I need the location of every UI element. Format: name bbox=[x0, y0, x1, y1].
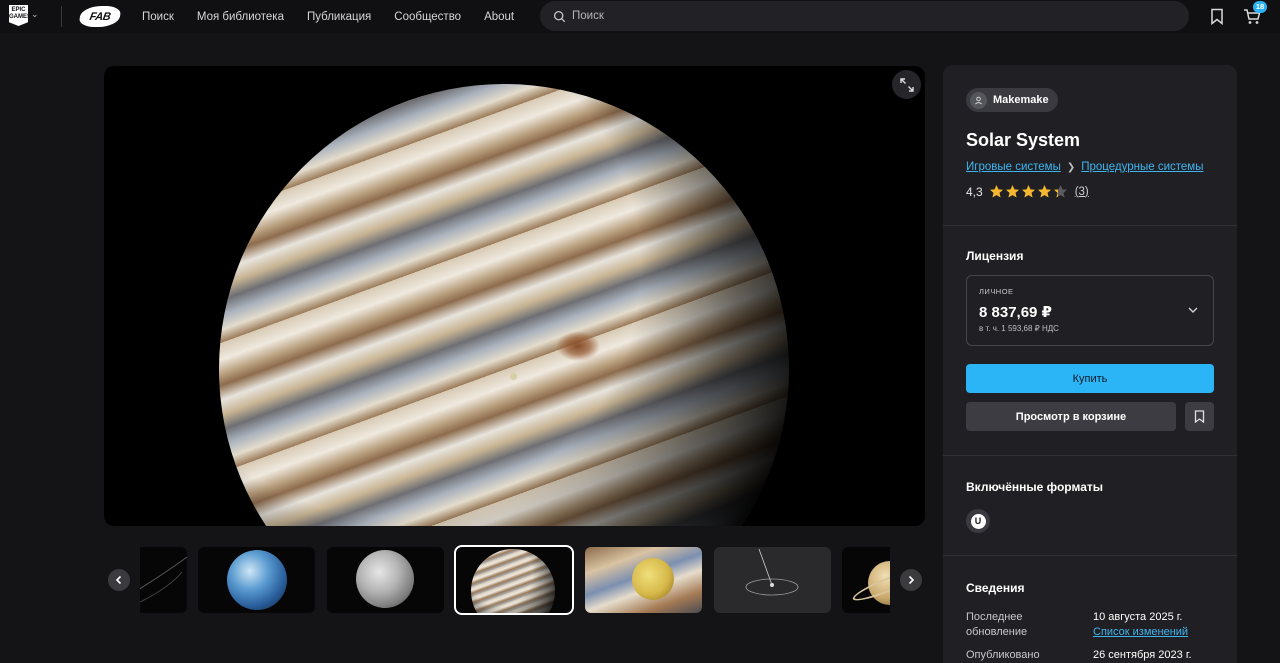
nav-link-about[interactable]: About bbox=[484, 11, 514, 23]
top-navigation-bar: EPIC GAMES ⌄ FAB Поиск Моя библиотека Пу… bbox=[0, 0, 1280, 33]
nav-link-publish[interactable]: Публикация bbox=[307, 11, 371, 23]
license-heading: Лицензия bbox=[966, 249, 1024, 263]
epic-games-logo[interactable]: EPIC GAMES bbox=[9, 5, 28, 26]
thumbnail-orbit-lines[interactable] bbox=[140, 547, 187, 613]
moon-picture bbox=[356, 550, 414, 608]
thumbnails-next-button[interactable] bbox=[900, 569, 922, 591]
nav-divider bbox=[61, 6, 62, 27]
star-icon bbox=[1021, 185, 1035, 198]
user-icon bbox=[975, 96, 982, 104]
star-icon bbox=[1005, 185, 1019, 198]
io-moon bbox=[510, 373, 517, 380]
product-side-panel: Makemake Solar System Игровые системы ❯ … bbox=[943, 65, 1237, 663]
section-divider bbox=[943, 455, 1237, 456]
nav-link-community[interactable]: Сообщество bbox=[394, 11, 461, 23]
add-to-wishlist-button[interactable] bbox=[1185, 402, 1214, 431]
license-tier: ЛИЧНОЕ bbox=[979, 287, 1014, 296]
buy-button[interactable]: Купить bbox=[966, 364, 1214, 393]
breadcrumb: Игровые системы ❯ Процедурные системы bbox=[966, 161, 1203, 173]
bookmark-icon bbox=[1194, 410, 1205, 423]
jupiter-image bbox=[219, 84, 789, 526]
io-picture bbox=[632, 558, 674, 600]
published-value: 26 сентября 2023 г. bbox=[1093, 649, 1192, 661]
unreal-engine-icon[interactable]: U bbox=[966, 509, 990, 533]
earth-picture bbox=[227, 550, 287, 610]
last-updated-value: 10 августа 2025 г. bbox=[1093, 611, 1183, 623]
jupiter-thumbnail-picture bbox=[471, 549, 555, 613]
bookmark-icon[interactable] bbox=[1210, 8, 1224, 25]
thumbnail-strip bbox=[140, 545, 890, 615]
thumbnails-prev-button[interactable] bbox=[108, 569, 130, 591]
rating-stars bbox=[989, 184, 1069, 199]
cart-count-badge: 18 bbox=[1253, 1, 1267, 13]
star-icon bbox=[1053, 185, 1067, 198]
nav-link-library[interactable]: Моя библиотека bbox=[197, 11, 284, 23]
chevron-left-icon bbox=[115, 575, 122, 585]
thumbnail-moon[interactable] bbox=[327, 547, 444, 613]
rating-value: 4,3 bbox=[966, 184, 983, 199]
epic-logo-text: EPIC GAMES bbox=[9, 7, 32, 20]
avatar bbox=[970, 91, 987, 109]
author-name: Makemake bbox=[993, 94, 1049, 106]
thumbnail-earth[interactable] bbox=[198, 547, 315, 613]
nav-link-search[interactable]: Поиск bbox=[142, 11, 174, 23]
orbit-lines-picture bbox=[140, 556, 187, 603]
breadcrumb-game-systems[interactable]: Игровые системы bbox=[966, 161, 1061, 173]
expand-icon bbox=[899, 77, 914, 92]
chevron-right-icon bbox=[908, 575, 915, 585]
search-bar[interactable] bbox=[540, 1, 1189, 31]
thumbnail-orbit-diagram[interactable] bbox=[714, 547, 831, 613]
orbit-diagram-picture bbox=[745, 548, 799, 596]
author-chip[interactable]: Makemake bbox=[966, 88, 1058, 112]
search-input[interactable] bbox=[572, 10, 1152, 22]
rating-row: 4,3 (3) bbox=[966, 184, 1089, 199]
fab-logo[interactable]: FAB bbox=[78, 6, 122, 27]
search-icon bbox=[553, 10, 566, 22]
license-dropdown[interactable]: ЛИЧНОЕ 8 837,69 ₽ в т. ч. 1 593,68 ₽ НДС bbox=[966, 275, 1214, 346]
rating-count-link[interactable]: (3) bbox=[1075, 186, 1089, 198]
unreal-engine-glyph: U bbox=[970, 513, 986, 529]
published-label: Опубликовано bbox=[966, 649, 1040, 661]
chevron-down-icon[interactable]: ⌄ bbox=[31, 9, 39, 20]
license-vat: в т. ч. 1 593,68 ₽ НДС bbox=[979, 324, 1059, 333]
main-nav: Поиск Моя библиотека Публикация Сообщест… bbox=[142, 0, 537, 33]
thumbnail-jupiter[interactable] bbox=[454, 545, 574, 615]
details-heading: Сведения bbox=[966, 581, 1025, 595]
last-updated-label: Последнее обновление bbox=[966, 611, 1028, 638]
star-icon bbox=[989, 185, 1003, 198]
changelog-link[interactable]: Список изменений bbox=[1093, 625, 1188, 640]
fab-logo-text: FAB bbox=[88, 10, 112, 23]
section-divider bbox=[943, 555, 1237, 556]
license-price: 8 837,69 ₽ bbox=[979, 304, 1052, 321]
fullscreen-button[interactable] bbox=[892, 70, 921, 99]
thumbnail-saturn[interactable] bbox=[842, 547, 890, 613]
product-title: Solar System bbox=[966, 130, 1081, 150]
thumbnail-io-over-jupiter[interactable] bbox=[585, 547, 702, 613]
view-in-cart-button[interactable]: Просмотр в корзине bbox=[966, 402, 1176, 431]
chevron-right-icon: ❯ bbox=[1066, 161, 1076, 173]
breadcrumb-procedural-systems[interactable]: Процедурные системы bbox=[1081, 161, 1203, 173]
chevron-down-icon bbox=[1188, 307, 1198, 313]
section-divider bbox=[943, 225, 1237, 226]
main-media-viewer[interactable] bbox=[104, 66, 925, 526]
star-icon bbox=[1037, 185, 1051, 198]
formats-heading: Включённые форматы bbox=[966, 480, 1103, 494]
